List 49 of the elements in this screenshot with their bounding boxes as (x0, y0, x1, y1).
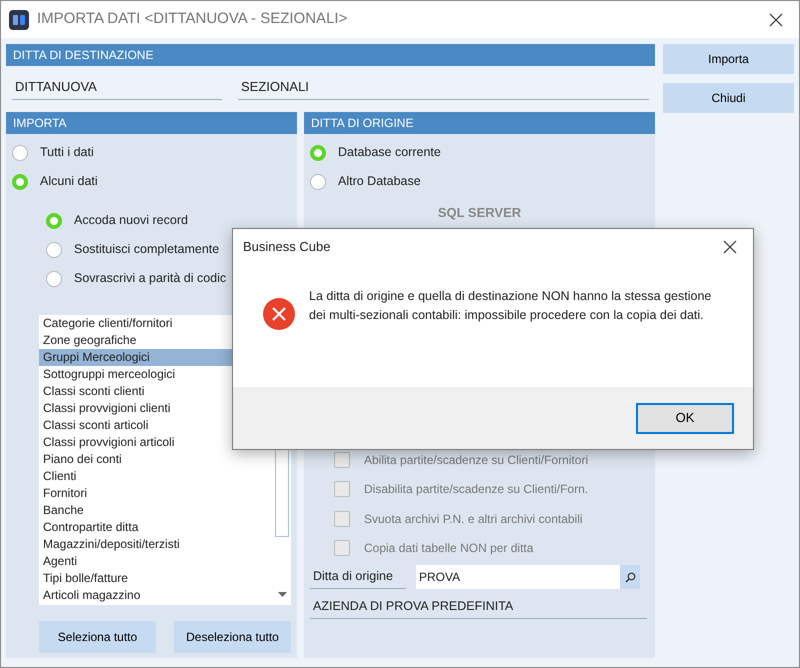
window-title: IMPORTA DATI <DITTANUOVA - SEZIONALI> (37, 9, 348, 30)
checkbox-label: Disabilita partite/scadenze su Clienti/Forn. (364, 481, 588, 498)
list-item[interactable]: Piano dei conti (39, 451, 273, 468)
radio-button[interactable] (310, 144, 326, 160)
server-label: SQL SERVER (436, 204, 522, 222)
field-value: PROVA (418, 569, 462, 586)
radio-label: Altro Database (338, 173, 421, 190)
company-name-field: AZIENDA DI PROVA PREDEFINITA (310, 595, 647, 619)
field-label: Ditta di origine (310, 565, 406, 589)
action-button[interactable]: Importa (663, 44, 794, 74)
list-item[interactable]: Tipi bolle/fatture (39, 570, 273, 587)
scroll-down-icon[interactable] (278, 592, 287, 597)
error-message: La ditta di origine e quella di destinazione NON hanno la stessa gestione dei multi-sezionali contabili: impossibile procedere con la copia dei dati. (309, 288, 712, 324)
error-icon (263, 298, 295, 330)
radio-label: Tutti i dati (40, 144, 94, 162)
radio-button[interactable] (310, 174, 326, 190)
list-item[interactable]: Contropartite ditta (39, 519, 273, 536)
checkbox-label: Copia dati tabelle NON per ditta (364, 540, 534, 558)
radio-label: Sostituisci completamente (74, 241, 220, 258)
action-button[interactable]: Chiudi (663, 83, 794, 113)
list-item[interactable]: Banche (39, 502, 273, 519)
panel-header: IMPORTA (6, 112, 297, 134)
list-item[interactable]: Magazzini/depositi/terzisti (39, 536, 273, 553)
radio-label: Alcuni dati (40, 173, 98, 190)
list-button[interactable]: Seleziona tutto (39, 621, 156, 653)
dialog-title: Business Cube (243, 238, 332, 256)
list-item[interactable]: Articoli magazzino (39, 587, 273, 604)
panel-header: DITTA DI DESTINAZIONE (6, 44, 655, 66)
radio-label: Sovrascrivi a parità di codic (74, 270, 226, 288)
checkbox-label: Abilita partite/scadenze su Clienti/Fornitori (364, 452, 588, 469)
panel-header: DITTA DI ORIGINE (304, 112, 655, 134)
app-logo-icon (9, 10, 29, 30)
checkbox-label: Svuota archivi P.N. e altri archivi contabili (364, 510, 583, 528)
list-button[interactable]: Deseleziona tutto (174, 621, 291, 653)
radio-button[interactable] (12, 174, 28, 190)
list-item[interactable]: Agenti (39, 553, 273, 570)
radio-button[interactable] (46, 270, 62, 286)
company-name-field[interactable]: SEZIONALI (238, 75, 649, 100)
list-item[interactable]: Fornitori (39, 485, 273, 502)
radio-button[interactable] (46, 242, 62, 258)
company-search-field[interactable]: PROVA (416, 565, 640, 589)
search-icon[interactable] (620, 565, 640, 589)
radio-button[interactable] (46, 212, 62, 228)
radio-label: Accoda nuovi record (74, 212, 188, 230)
list-item[interactable]: Clienti (39, 468, 273, 485)
ok-button[interactable]: OK (636, 402, 734, 434)
company-code-field[interactable]: DITTANUOVA (12, 75, 222, 100)
radio-label: Database corrente (338, 144, 441, 162)
radio-button[interactable] (12, 144, 28, 160)
